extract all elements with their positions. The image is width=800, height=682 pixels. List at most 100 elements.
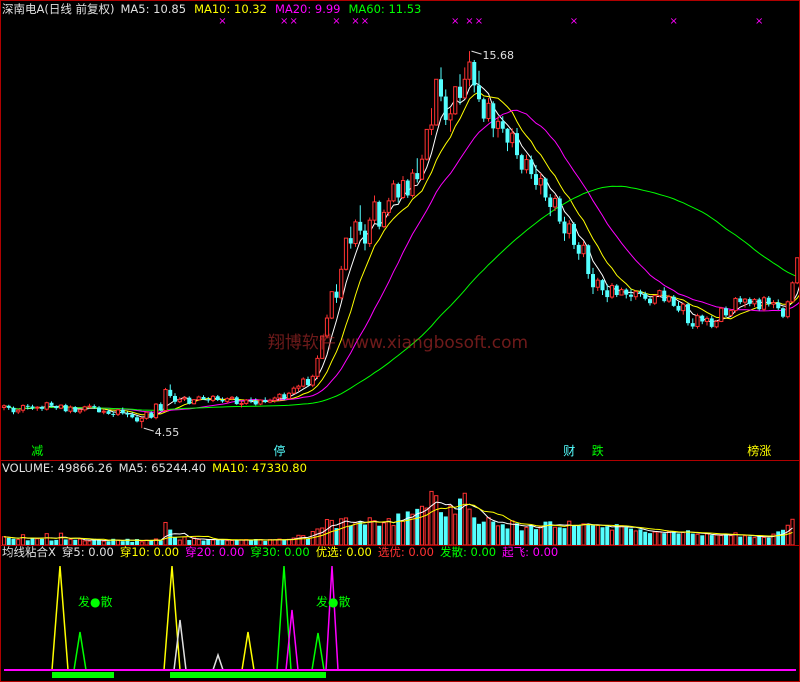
volume-bar: [629, 528, 633, 545]
candle: [472, 59, 477, 93]
candle-body: [643, 293, 648, 299]
svg-text:VOLUME: 49866.26MA5: 65244.40M: VOLUME: 49866.26 MA5: 65244.40 MA10: 47330…: [2, 461, 307, 475]
candle: [182, 395, 187, 402]
candle-body: [443, 96, 448, 120]
volume-bar: [20, 534, 26, 546]
candle-body: [586, 245, 591, 275]
volume-ma10-label: MA10: 47330.80: [212, 461, 307, 475]
candle-body: [695, 315, 700, 328]
volume-panel[interactable]: [1, 490, 795, 546]
candle-body: [747, 299, 752, 304]
volume-bar: [719, 535, 724, 546]
watermark: 翔博软件 www.xiangbosoft.com: [268, 333, 528, 353]
candle: [315, 355, 320, 380]
candle-body: [761, 297, 767, 310]
indicator-item: 优选: 0.00: [316, 545, 372, 559]
candle-body: [400, 180, 406, 198]
candle-body: [381, 211, 387, 228]
candle-body: [282, 394, 287, 399]
volume-bar: [400, 520, 406, 546]
candle-body: [557, 198, 562, 222]
volume-bar: [562, 528, 567, 545]
candle-body: [429, 124, 434, 130]
stock-chart[interactable]: 15.684.55× × × × × × × × × × × ×减停财跌榜涨 发●散 发●散 翔博软件 …: [0, 0, 800, 682]
indicator-panel[interactable]: 发●散 发●散: [4, 565, 796, 678]
candle: [1, 404, 7, 411]
candle: [686, 302, 690, 326]
candle: [168, 384, 173, 398]
candle-body: [149, 412, 154, 418]
candle-body: [519, 155, 524, 170]
candle: [629, 289, 633, 302]
candle-body: [704, 317, 710, 322]
candle-body: [372, 201, 377, 221]
candle-body: [500, 121, 505, 129]
volume-bar: [472, 517, 477, 545]
candle-body: [510, 132, 515, 144]
candle-body: [790, 282, 795, 303]
candle-body: [367, 219, 372, 245]
candle: [491, 101, 496, 138]
volume-bar: [624, 527, 629, 545]
candle: [752, 298, 757, 307]
candle-body: [135, 417, 139, 422]
candle-body: [591, 274, 595, 288]
candle: [153, 403, 159, 420]
candle: [742, 298, 748, 308]
candle: [572, 222, 576, 249]
candle: [381, 209, 387, 229]
candle: [201, 395, 206, 401]
candle: [609, 283, 615, 299]
volume-bars: [1, 490, 795, 546]
volume-bar: [296, 534, 301, 546]
volume-bar: [676, 533, 681, 545]
volume-bar: [372, 520, 377, 546]
candle: [486, 97, 491, 122]
price-panel[interactable]: 15.684.55× × × × × × × × × × × ×减停财跌榜涨: [1, 16, 800, 458]
signal-bar: [170, 672, 326, 678]
volume-bar: [405, 511, 410, 545]
candle: [30, 404, 35, 410]
candle: [130, 412, 135, 419]
candle: [700, 314, 705, 325]
candle-body: [709, 318, 714, 327]
signal-spike: [51, 565, 69, 671]
candle-body: [515, 133, 519, 156]
volume-bar: [462, 492, 467, 546]
candle-body: [424, 128, 429, 160]
candle-body: [738, 298, 743, 303]
candle: [619, 287, 624, 296]
candle: [543, 177, 548, 201]
candle: [443, 89, 448, 125]
volume-bar: [742, 535, 748, 546]
candle: [781, 307, 785, 319]
candle-body: [177, 398, 182, 403]
candle-body: [153, 403, 159, 419]
candle-body: [676, 305, 681, 311]
candle-body: [363, 230, 367, 244]
candle: [215, 394, 220, 402]
candle-body: [752, 298, 757, 305]
candle: [343, 237, 349, 271]
fa-san-label: 发●散: [78, 594, 112, 609]
candle: [681, 302, 686, 315]
candle: [400, 176, 406, 200]
candle-body: [144, 411, 149, 419]
candle-body: [467, 61, 472, 80]
candle-body: [448, 113, 453, 121]
volume-bar: [30, 537, 35, 545]
signal-spike: [311, 632, 325, 671]
candle-body: [648, 298, 652, 304]
candle-body: [106, 411, 111, 414]
candle-body: [286, 392, 292, 400]
candle-body: [415, 173, 420, 180]
volume-bar: [486, 517, 491, 546]
volume-bar: [529, 525, 534, 545]
candle-body: [92, 406, 97, 408]
candle: [719, 306, 724, 323]
candle-body: [120, 409, 125, 414]
candle-body: [339, 268, 344, 299]
volume-bar: [163, 521, 168, 546]
candle-body: [253, 400, 258, 405]
candle: [695, 313, 700, 329]
